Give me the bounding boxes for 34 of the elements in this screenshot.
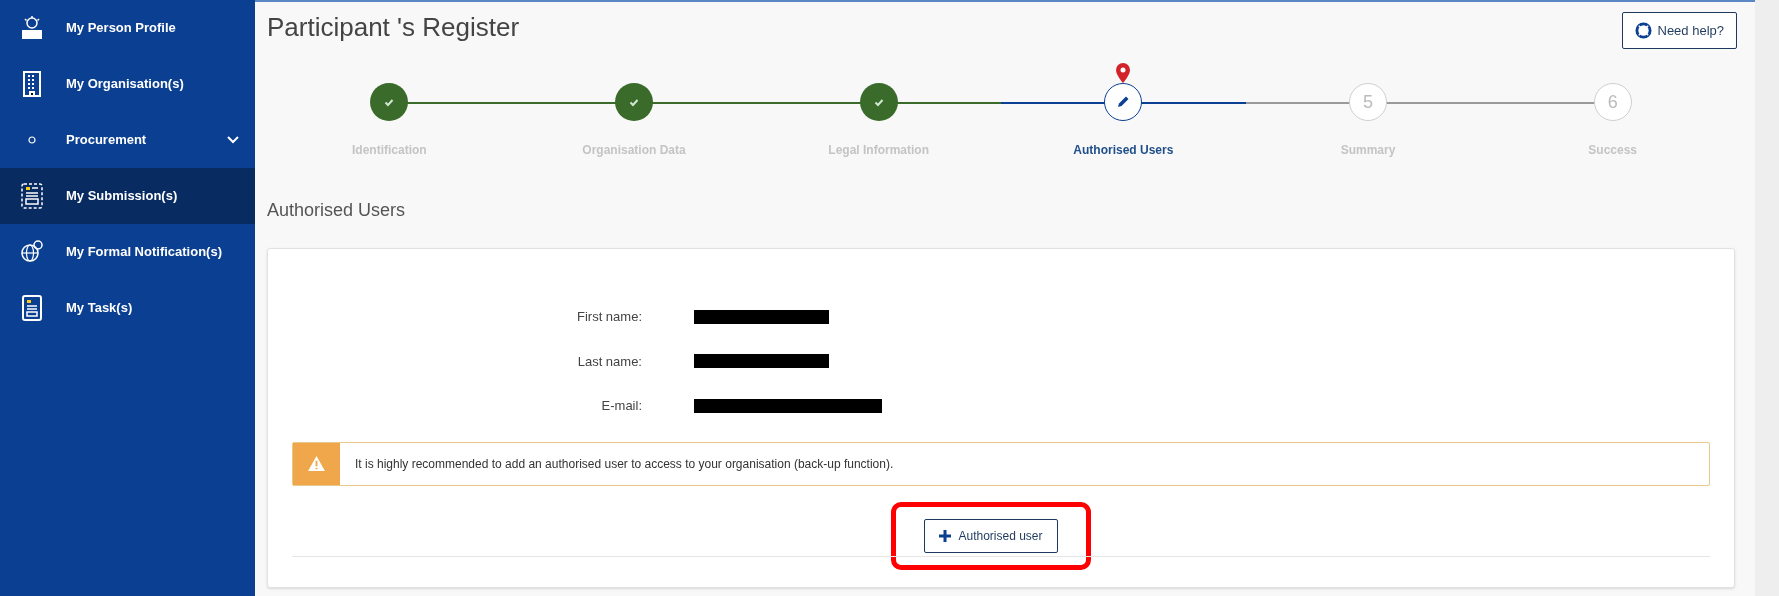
field-label: Last name: bbox=[576, 352, 642, 371]
step-number: 5 bbox=[1363, 90, 1373, 114]
bullet-icon bbox=[28, 136, 36, 144]
sidebar-label: My Submission(s) bbox=[66, 187, 178, 206]
sidebar-label: My Organisation(s) bbox=[66, 75, 184, 94]
page-title: Participant 's Register bbox=[267, 11, 520, 44]
sidebar-label: My Task(s) bbox=[66, 299, 133, 318]
add-authorised-user-button[interactable]: Authorised user bbox=[924, 518, 1058, 553]
sidebar-item[interactable]: My Organisation(s) bbox=[0, 56, 255, 112]
globe-icon bbox=[20, 239, 44, 265]
sidebar-item[interactable]: My Person Profile bbox=[0, 0, 255, 56]
warning-text: It is highly recommended to add an authorised user to access to your organisation (back-up function). bbox=[354, 455, 894, 473]
field-label: First name: bbox=[576, 308, 642, 326]
document-icon bbox=[20, 183, 44, 209]
sidebar-label: Procurement bbox=[66, 131, 147, 150]
sidebar-item[interactable]: My Formal Notification(s) bbox=[0, 224, 255, 280]
section-heading: Authorised Users bbox=[267, 199, 407, 222]
pencil-icon bbox=[1116, 95, 1131, 109]
step-label: Authorised Users bbox=[1073, 142, 1174, 159]
lifebuoy-icon bbox=[1634, 22, 1652, 39]
building-icon bbox=[20, 71, 44, 97]
step-number: 6 bbox=[1607, 90, 1618, 114]
scrollbar-track[interactable] bbox=[1755, 0, 1779, 596]
location-pin-icon bbox=[1116, 63, 1131, 83]
task-icon bbox=[20, 295, 44, 321]
sidebar-item[interactable]: Procurement bbox=[0, 112, 255, 168]
sidebar-label: My Person Profile bbox=[66, 19, 176, 38]
plus-icon bbox=[939, 529, 952, 542]
help-button[interactable]: Need help? bbox=[1621, 12, 1737, 49]
sidebar-label: My Formal Notification(s) bbox=[66, 243, 222, 262]
warning-icon bbox=[308, 456, 325, 471]
field-label: E-mail: bbox=[600, 397, 642, 415]
sidebar-item[interactable]: My Submission(s) bbox=[0, 168, 255, 224]
sidebar-item[interactable]: My Task(s) bbox=[0, 280, 255, 336]
